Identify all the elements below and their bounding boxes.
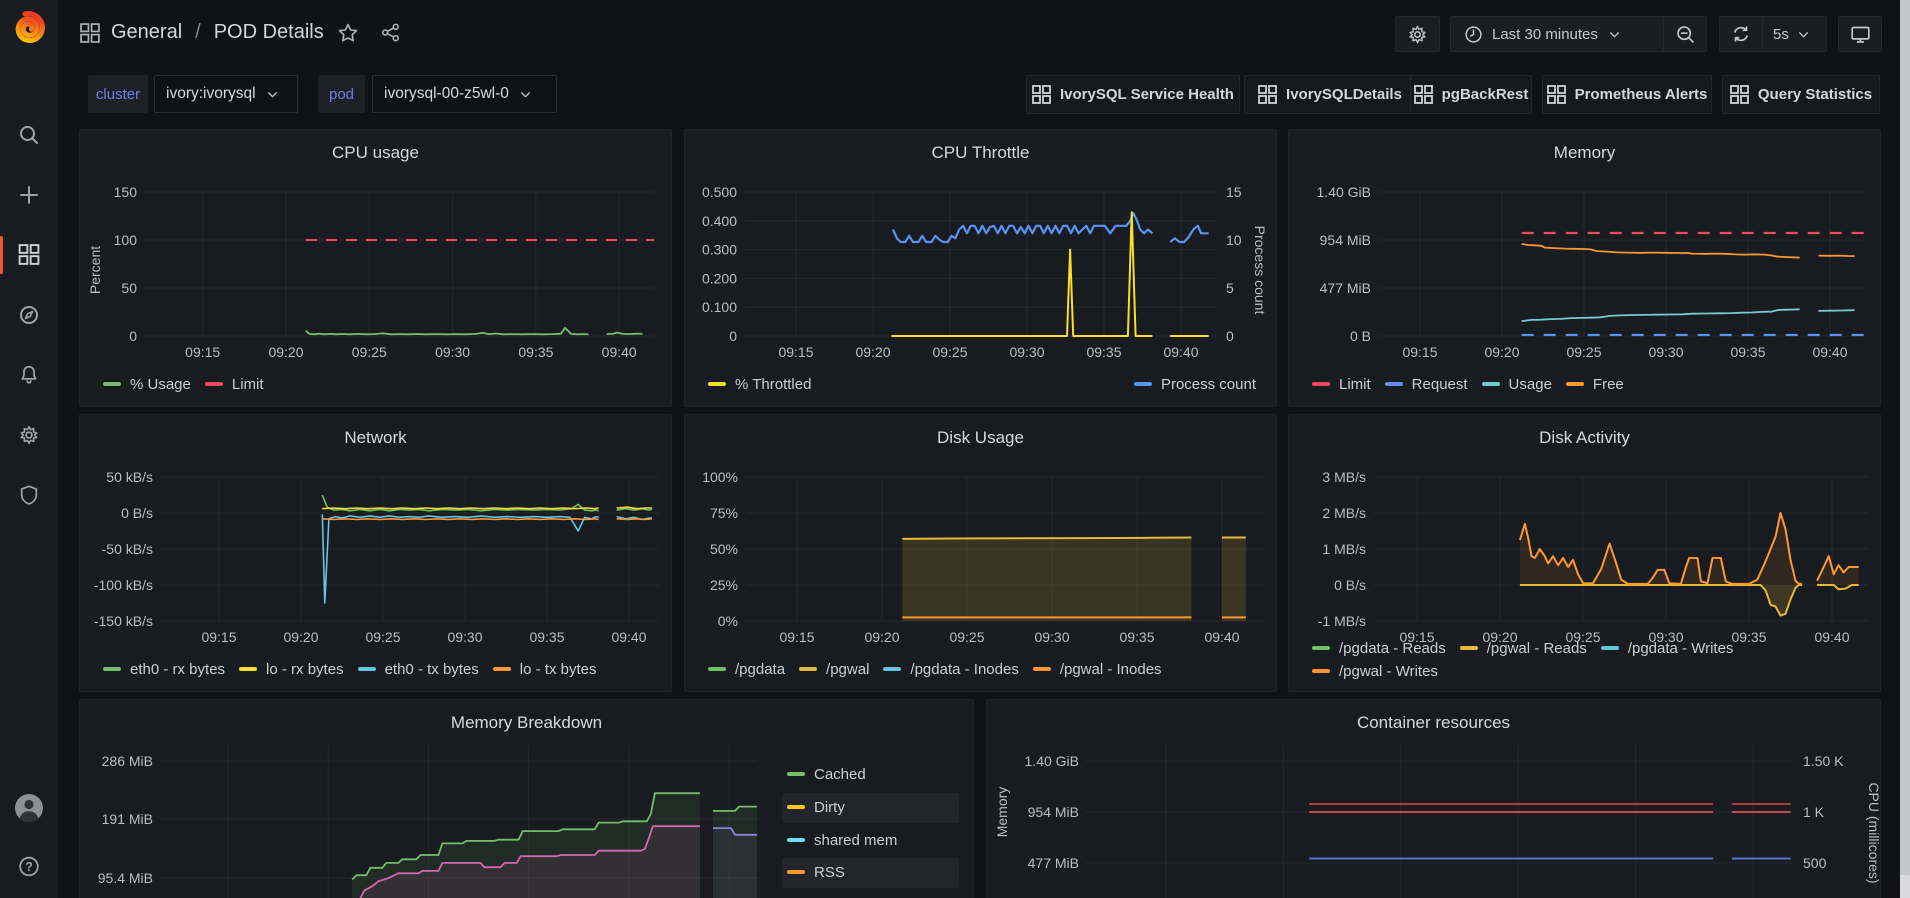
svg-text:15: 15 <box>1226 184 1242 200</box>
svg-text:191 MiB: 191 MiB <box>102 811 153 827</box>
svg-text:09:25: 09:25 <box>1566 344 1601 360</box>
svg-text:09:40: 09:40 <box>1204 629 1239 645</box>
svg-text:09:35: 09:35 <box>1730 344 1765 360</box>
svg-text:Percent: Percent <box>87 246 103 294</box>
svg-text:Process count: Process count <box>1252 226 1268 315</box>
svg-text:50 kB/s: 50 kB/s <box>106 469 153 485</box>
svg-text:09:20: 09:20 <box>855 344 890 360</box>
svg-text:0.200: 0.200 <box>702 270 737 286</box>
svg-text:09:40: 09:40 <box>1814 629 1849 645</box>
svg-text:09:40: 09:40 <box>602 344 637 360</box>
svg-text:0 B: 0 B <box>1350 328 1371 344</box>
svg-text:1.40 GiB: 1.40 GiB <box>1025 753 1079 769</box>
svg-text:09:40: 09:40 <box>611 629 646 645</box>
svg-text:-150 kB/s: -150 kB/s <box>94 613 153 629</box>
svg-text:09:20: 09:20 <box>268 344 303 360</box>
svg-text:1 K: 1 K <box>1803 804 1825 820</box>
svg-text:09:20: 09:20 <box>1484 344 1519 360</box>
svg-text:09:15: 09:15 <box>779 629 814 645</box>
svg-text:09:25: 09:25 <box>949 629 984 645</box>
svg-text:75%: 75% <box>710 505 738 521</box>
svg-text:09:30: 09:30 <box>435 344 470 360</box>
svg-text:09:15: 09:15 <box>778 344 813 360</box>
svg-text:09:35: 09:35 <box>1119 629 1154 645</box>
svg-text:09:25: 09:25 <box>365 629 400 645</box>
svg-text:09:25: 09:25 <box>352 344 387 360</box>
svg-text:0 B/s: 0 B/s <box>1334 577 1366 593</box>
svg-text:954 MiB: 954 MiB <box>1028 804 1079 820</box>
svg-text:09:30: 09:30 <box>447 629 482 645</box>
svg-text:09:20: 09:20 <box>283 629 318 645</box>
svg-text:09:30: 09:30 <box>1648 344 1683 360</box>
svg-text:09:25: 09:25 <box>932 344 967 360</box>
svg-text:25%: 25% <box>710 577 738 593</box>
svg-text:09:35: 09:35 <box>1086 344 1121 360</box>
svg-text:?: ? <box>25 860 33 874</box>
svg-text:1.40 GiB: 1.40 GiB <box>1317 184 1371 200</box>
svg-text:286 MiB: 286 MiB <box>102 753 153 769</box>
svg-text:150: 150 <box>114 184 138 200</box>
svg-text:09:35: 09:35 <box>518 344 553 360</box>
svg-text:1 MB/s: 1 MB/s <box>1322 541 1366 557</box>
svg-text:09:40: 09:40 <box>1163 344 1198 360</box>
svg-text:0%: 0% <box>718 613 738 629</box>
svg-text:3 MB/s: 3 MB/s <box>1322 469 1366 485</box>
svg-text:500: 500 <box>1803 855 1827 871</box>
svg-text:954 MiB: 954 MiB <box>1320 232 1371 248</box>
svg-text:1.50 K: 1.50 K <box>1803 753 1844 769</box>
svg-text:Memory: Memory <box>994 787 1010 838</box>
svg-text:09:15: 09:15 <box>201 629 236 645</box>
svg-text:0.300: 0.300 <box>702 242 737 258</box>
svg-text:5: 5 <box>1226 280 1234 296</box>
svg-text:09:30: 09:30 <box>1034 629 1069 645</box>
svg-text:09:35: 09:35 <box>529 629 564 645</box>
svg-text:50%: 50% <box>710 541 738 557</box>
svg-text:10: 10 <box>1226 232 1242 248</box>
svg-text:50: 50 <box>121 280 137 296</box>
svg-text:0.500: 0.500 <box>702 184 737 200</box>
svg-text:0.400: 0.400 <box>702 213 737 229</box>
svg-text:477 MiB: 477 MiB <box>1028 855 1079 871</box>
svg-text:0: 0 <box>129 328 137 344</box>
svg-text:-1 MB/s: -1 MB/s <box>1318 613 1366 629</box>
svg-text:09:30: 09:30 <box>1009 344 1044 360</box>
svg-text:0 B/s: 0 B/s <box>121 505 153 521</box>
svg-text:09:40: 09:40 <box>1812 344 1847 360</box>
svg-text:100: 100 <box>114 232 138 248</box>
svg-text:09:15: 09:15 <box>185 344 220 360</box>
svg-text:95.4 MiB: 95.4 MiB <box>98 870 153 886</box>
svg-text:0: 0 <box>1226 328 1234 344</box>
svg-text:0.100: 0.100 <box>702 299 737 315</box>
svg-text:100%: 100% <box>702 469 738 485</box>
svg-text:-50 kB/s: -50 kB/s <box>102 541 153 557</box>
svg-text:2 MB/s: 2 MB/s <box>1322 505 1366 521</box>
svg-text:0: 0 <box>729 328 737 344</box>
svg-text:09:20: 09:20 <box>864 629 899 645</box>
svg-text:09:15: 09:15 <box>1402 344 1437 360</box>
svg-text:-100 kB/s: -100 kB/s <box>94 577 153 593</box>
svg-text:CPU (millicores): CPU (millicores) <box>1866 782 1882 883</box>
svg-text:477 MiB: 477 MiB <box>1320 280 1371 296</box>
